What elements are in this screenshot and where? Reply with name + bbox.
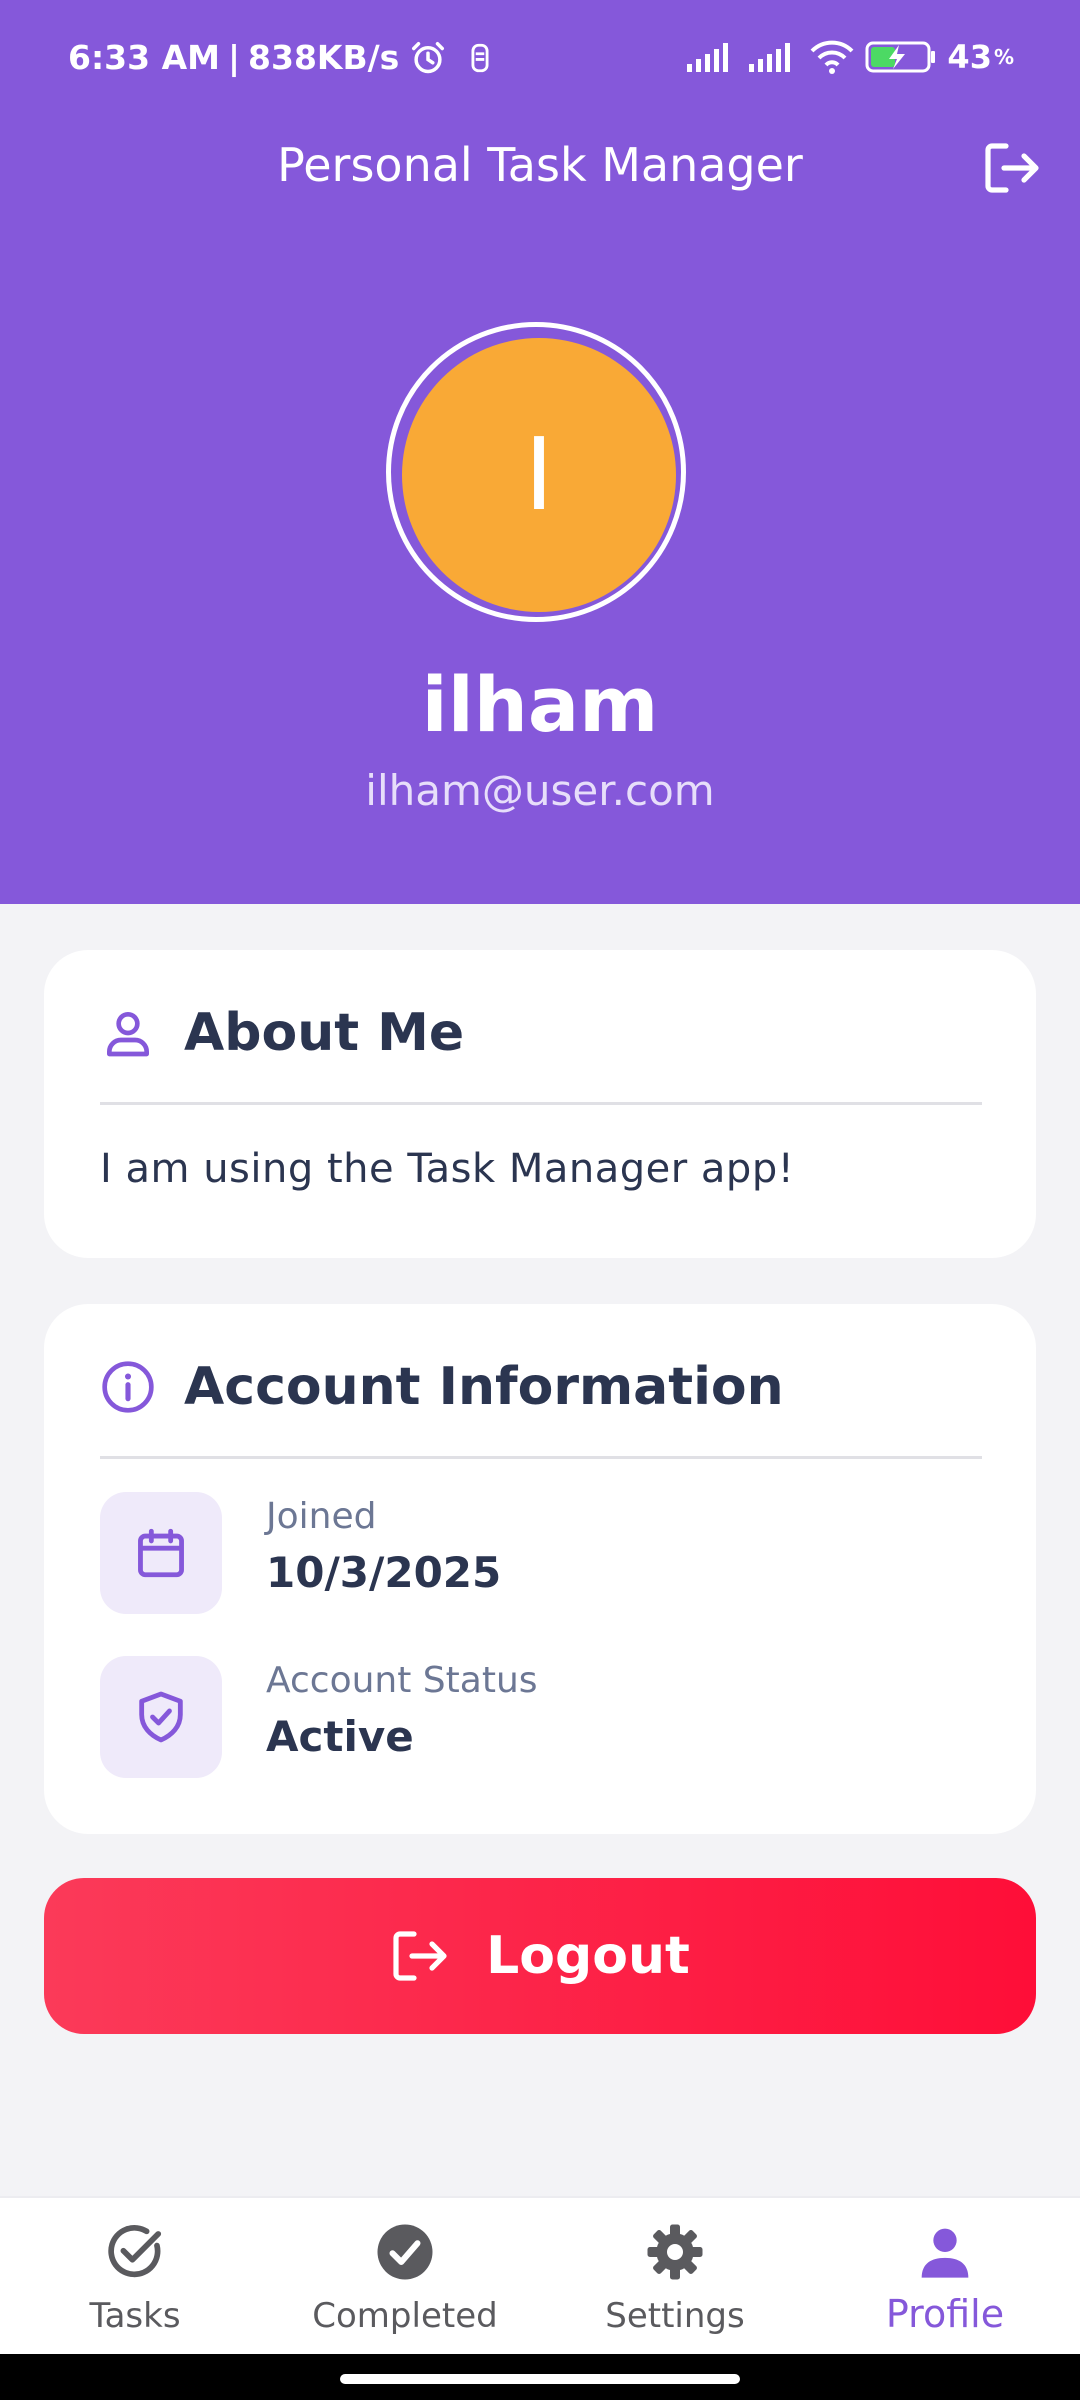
person-icon bbox=[921, 2228, 969, 2278]
battery-icon bbox=[865, 41, 936, 73]
joined-label: Joined bbox=[266, 1496, 377, 1537]
logout-button[interactable]: Logout bbox=[44, 1878, 1036, 2034]
check-circle-outline-icon bbox=[108, 2225, 162, 2278]
joined-value: 10/3/2025 bbox=[266, 1548, 502, 1597]
nav-tab-profile-label: Profile bbox=[885, 2292, 1005, 2336]
account-status-value: Active bbox=[266, 1712, 414, 1761]
account-information-card: Account Information Joined 10/3/2025 Acc… bbox=[44, 1304, 1036, 1834]
avatar-initial: I bbox=[524, 416, 554, 533]
nav-tab-settings[interactable]: Settings bbox=[540, 2198, 810, 2356]
status-right: 43% bbox=[685, 38, 1014, 76]
about-me-header: About Me bbox=[100, 950, 464, 1116]
status-bar: 6:33 AM | 838KB/s 43 % bbox=[0, 0, 1080, 120]
info-row-account-status: Account Status Active bbox=[100, 1656, 980, 1778]
nav-tab-settings-label: Settings bbox=[605, 2296, 745, 2336]
wifi-icon bbox=[810, 40, 854, 74]
logout-icon bbox=[985, 143, 1039, 193]
gear-icon bbox=[647, 2224, 703, 2280]
nav-tab-profile[interactable]: Profile bbox=[810, 2198, 1080, 2356]
about-me-card: About Me I am using the Task Manager app… bbox=[44, 950, 1036, 1258]
divider bbox=[100, 1102, 982, 1105]
info-icon bbox=[102, 1361, 154, 1413]
info-row-joined: Joined 10/3/2025 bbox=[100, 1492, 980, 1614]
about-me-text: I am using the Task Manager app! bbox=[100, 1146, 795, 1192]
user-name: ilham bbox=[421, 660, 659, 749]
nav-tab-tasks-label: Tasks bbox=[89, 2296, 181, 2336]
status-time: 6:33 AM bbox=[68, 38, 220, 77]
battery-level: 43 bbox=[947, 38, 992, 76]
notification-app-icon bbox=[471, 43, 489, 72]
signal-icon bbox=[687, 43, 729, 72]
avatar: I bbox=[402, 338, 676, 612]
shield-icon-box bbox=[100, 1656, 222, 1778]
nav-tab-completed-label: Completed bbox=[312, 2296, 498, 2336]
account-information-header: Account Information bbox=[100, 1304, 784, 1470]
battery-unit: % bbox=[993, 45, 1014, 69]
home-gesture-handle[interactable] bbox=[340, 2374, 740, 2384]
shield-check-icon bbox=[139, 1691, 183, 1743]
logout-icon bbox=[393, 1931, 447, 1981]
calendar-icon-box bbox=[100, 1492, 222, 1614]
nav-tab-completed[interactable]: Completed bbox=[270, 2198, 540, 2356]
appbar-logout-button[interactable] bbox=[980, 136, 1044, 200]
about-me-title: About Me bbox=[184, 1003, 465, 1063]
status-net-speed: 838KB/s bbox=[248, 38, 400, 77]
check-circle-filled-icon bbox=[377, 2224, 433, 2280]
divider bbox=[100, 1456, 982, 1459]
bottom-navigation: Tasks Completed Settings Profile bbox=[0, 2196, 1080, 2356]
account-status-label: Account Status bbox=[266, 1660, 538, 1701]
person-outline-icon bbox=[107, 1012, 150, 1057]
status-left: 6:33 AM | 838KB/s bbox=[68, 38, 495, 77]
calendar-icon bbox=[138, 1528, 184, 1578]
user-email: ilham@user.com bbox=[365, 766, 715, 815]
alarm-icon bbox=[412, 41, 445, 73]
status-separator: | bbox=[227, 38, 241, 77]
system-navigation-bar bbox=[0, 2354, 1080, 2400]
account-information-title: Account Information bbox=[184, 1357, 784, 1417]
app-title: Personal Task Manager bbox=[277, 138, 803, 192]
signal-icon-2 bbox=[749, 43, 791, 72]
logout-button-label: Logout bbox=[486, 1926, 690, 1986]
nav-tab-tasks[interactable]: Tasks bbox=[0, 2198, 270, 2356]
profile-header: 6:33 AM | 838KB/s 43 % Personal Task Man… bbox=[0, 0, 1080, 904]
